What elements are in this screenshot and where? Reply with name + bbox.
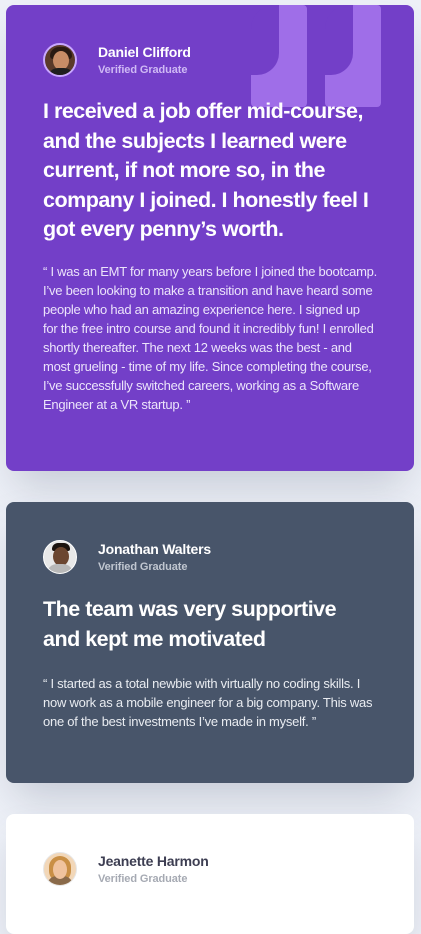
author-role: Verified Graduate [98,872,188,885]
testimonial-headline: I received a job offer mid-course, and t… [43,99,369,241]
profile: Jeanette Harmon Verified Graduate [43,852,377,886]
testimonial-headline: The team was very supportive and kept me… [43,597,337,651]
testimonial-quote: “ I started as a total newbie with virtu… [43,676,373,729]
avatar [43,540,77,574]
author-name: Daniel Clifford [98,43,191,60]
author-name: Jonathan Walters [98,540,211,557]
testimonial-card-jonathan: Jonathan Walters Verified Graduate The t… [6,502,414,783]
author-name: Jeanette Harmon [98,852,209,869]
author-role: Verified Graduate [98,63,188,76]
avatar [43,852,77,886]
testimonial-card-daniel: Daniel Clifford Verified Graduate I rece… [6,5,414,471]
author-role: Verified Graduate [98,560,188,573]
testimonial-quote: “ I was an EMT for many years before I j… [43,263,378,412]
avatar [43,43,77,77]
profile: Daniel Clifford Verified Graduate [43,43,377,77]
testimonial-card-jeanette: Jeanette Harmon Verified Graduate [6,814,414,934]
profile: Jonathan Walters Verified Graduate [43,540,377,574]
